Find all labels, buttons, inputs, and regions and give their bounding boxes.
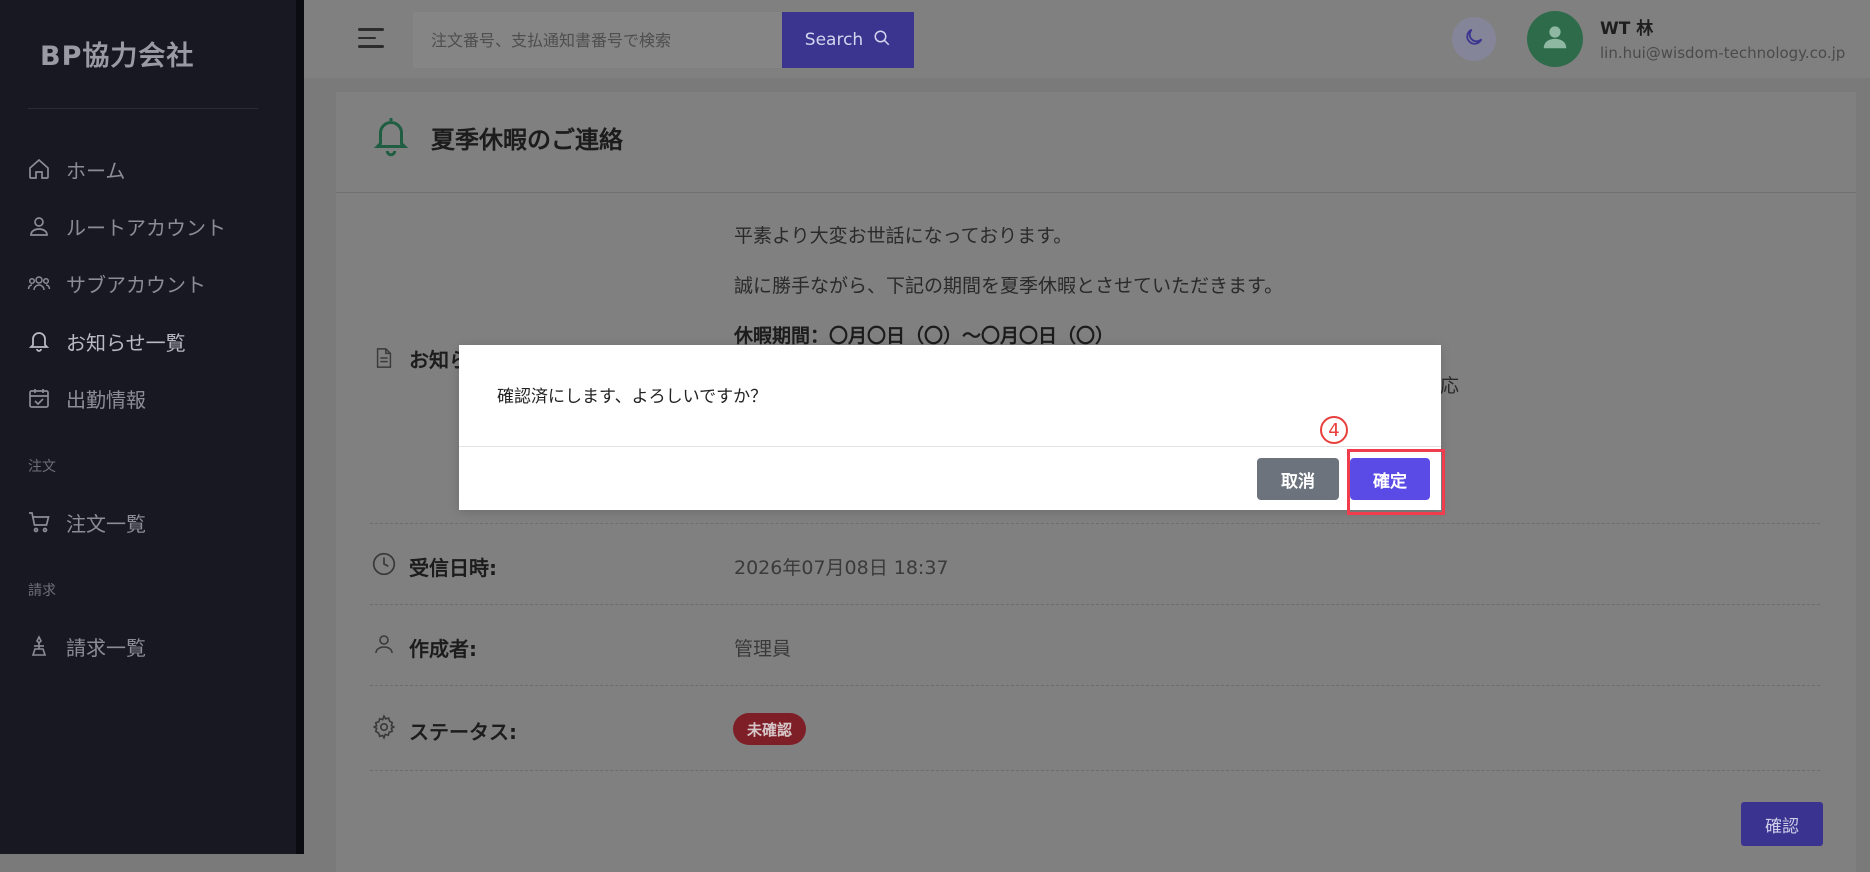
cancel-button[interactable]: 取消: [1257, 458, 1339, 500]
body-line-3: 休暇期間：〇月〇日（〇）〜〇月〇日（〇）: [734, 325, 1115, 347]
step-marker: 4: [1320, 416, 1348, 444]
user-avatar-icon: [1540, 22, 1570, 56]
row-divider: [370, 685, 1820, 686]
dialog-divider: [459, 446, 1441, 447]
search-icon: [873, 29, 891, 52]
annotation-highlight-box: [1347, 449, 1445, 515]
menu-toggle-icon[interactable]: [358, 28, 384, 50]
clock-icon: [370, 550, 398, 578]
row-divider: [370, 770, 1820, 771]
avatar[interactable]: [1527, 11, 1583, 67]
status-label: ステータス:: [409, 720, 517, 744]
author-icon: [370, 630, 398, 658]
sidebar-border: [296, 0, 304, 854]
sidebar-item-label: サブアカウント: [66, 272, 206, 297]
received-label: 受信日時:: [409, 556, 497, 580]
sidebar-item-invoices[interactable]: 請求一覧: [26, 630, 146, 662]
moon-icon: [1463, 26, 1485, 52]
body-line-2: 誠に勝手ながら、下記の期間を夏季休暇とさせていただきます。: [734, 275, 1284, 297]
author-value: 管理員: [734, 638, 792, 660]
user-name: WT 林: [1600, 19, 1654, 39]
dialog-message: 確認済にします、よろしいですか？: [497, 387, 768, 407]
cart-icon: [26, 509, 52, 535]
search-input[interactable]: [413, 12, 783, 68]
user-email: lin.hui@wisdom-technology.co.jp: [1600, 44, 1846, 62]
sidebar-item-root-account[interactable]: ルートアカウント: [26, 210, 226, 242]
sidebar-item-attendance[interactable]: 出勤情報: [26, 382, 146, 414]
sidebar-item-label: 請求一覧: [66, 635, 146, 660]
received-value: 2026年07月08日 18:37: [734, 557, 949, 579]
card-header-divider: [336, 192, 1856, 193]
nav-section-order: 注文: [28, 459, 56, 475]
calendar-check-icon: [26, 385, 52, 411]
sidebar-item-home[interactable]: ホーム: [26, 153, 125, 185]
brand-divider: [28, 108, 258, 109]
bell-icon: [26, 328, 52, 354]
sidebar-item-label: 注文一覧: [66, 511, 146, 536]
gear-icon: [370, 713, 398, 741]
search-button[interactable]: Search: [782, 12, 914, 68]
users-icon: [26, 270, 52, 296]
document-icon: [370, 344, 398, 372]
sidebar-item-label: ルートアカウント: [66, 215, 226, 240]
sidebar-item-label: お知らせ一覧: [66, 330, 186, 355]
notice-title: 夏季休暇のご連絡: [431, 126, 623, 154]
theme-toggle[interactable]: [1452, 17, 1496, 61]
search-button-label: Search: [804, 30, 864, 50]
sidebar-item-sub-account[interactable]: サブアカウント: [26, 267, 206, 299]
user-icon: [26, 213, 52, 239]
home-icon: [26, 156, 52, 182]
notice-bell-icon: [373, 114, 409, 162]
confirm-dialog: 確認済にします、よろしいですか？ 取消 確定: [459, 345, 1441, 510]
confirm-read-button[interactable]: 確認: [1741, 802, 1823, 846]
invoice-icon: [26, 633, 52, 659]
sidebar: BP協力会社 ホーム ルートアカウント サブアカウント お知らせ一覧 出勤情報 …: [0, 0, 302, 854]
sidebar-item-label: 出勤情報: [66, 387, 146, 412]
body-line-1: 平素より大変お世話になっております。: [734, 225, 1073, 247]
sidebar-item-orders[interactable]: 注文一覧: [26, 506, 146, 538]
row-divider: [370, 523, 1820, 524]
body-line-4: 応: [1440, 375, 1460, 397]
author-label: 作成者:: [409, 637, 477, 661]
brand-logo: BP協力会社: [40, 41, 195, 72]
nav-section-invoice: 請求: [28, 583, 56, 599]
sidebar-item-label: ホーム: [66, 158, 126, 183]
status-badge: 未確認: [733, 713, 807, 745]
sidebar-item-notices[interactable]: お知らせ一覧: [26, 325, 186, 357]
row-divider: [370, 604, 1820, 605]
